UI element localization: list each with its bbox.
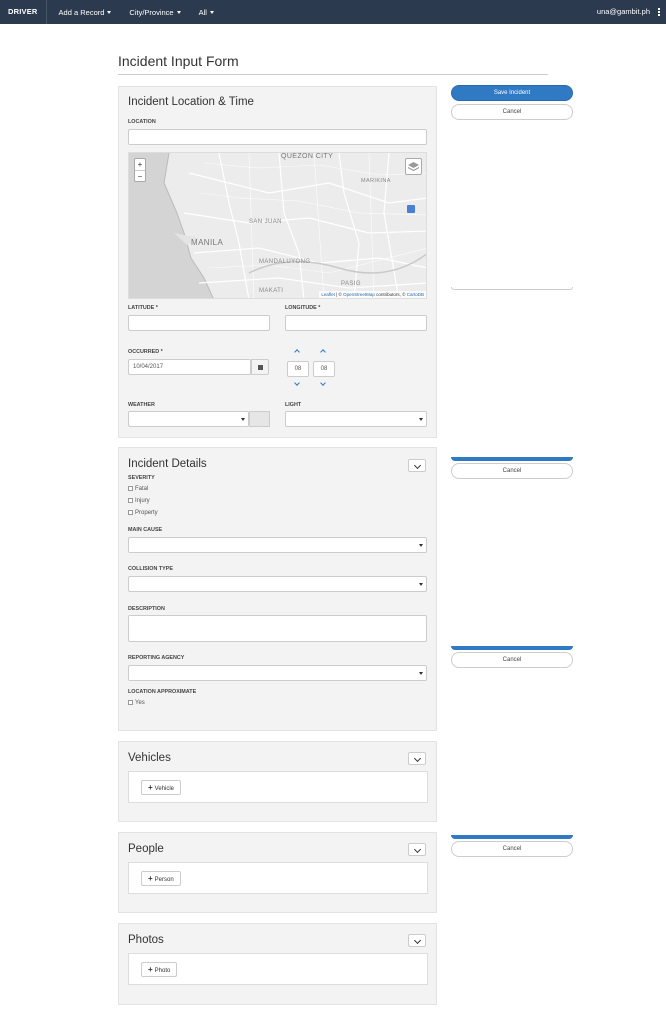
main-cause-select[interactable] (128, 537, 427, 553)
weather-label: WEATHER (128, 402, 155, 408)
reporting-agency-label: REPORTING AGENCY (128, 655, 185, 661)
button-shadow (451, 287, 573, 290)
reporting-agency-select[interactable] (128, 665, 427, 681)
nav-city-province[interactable]: City/Province (123, 8, 186, 17)
map-label-marikina: MARIKINA (361, 178, 391, 184)
map-label-pasig: PASIG (341, 281, 361, 287)
people-panel: People + Person (118, 832, 437, 913)
plus-icon: + (148, 783, 153, 792)
zoom-out-button[interactable]: − (135, 170, 145, 181)
save-incident-button-sticky[interactable] (451, 646, 573, 650)
weather-addon (249, 411, 270, 427)
collision-type-label: COLLISION TYPE (128, 566, 173, 572)
caret-down-icon (241, 418, 245, 421)
location-map[interactable]: QUEZON CITY MANILA MARIKINA SAN JUAN MAN… (128, 152, 427, 299)
zoom-in-button[interactable]: + (135, 159, 145, 170)
photos-panel: Photos + Photo (118, 923, 437, 1005)
user-menu[interactable]: una@gambit.ph (597, 0, 650, 24)
map-tiles (129, 153, 426, 298)
location-approximate-checkbox[interactable]: Yes (128, 700, 145, 706)
map-zoom-control: + − (134, 158, 146, 182)
plus-icon: + (148, 965, 153, 974)
plus-icon: + (148, 874, 153, 883)
map-layers-icon[interactable] (405, 158, 422, 175)
description-label: DESCRIPTION (128, 606, 165, 612)
map-attribution: Leaflet | © OpenStreetMap contributors, … (319, 291, 426, 298)
panel-title: Incident Details (128, 458, 207, 470)
latitude-input[interactable] (128, 315, 270, 331)
collapse-chevron-icon[interactable] (408, 934, 426, 947)
light-label: LIGHT (285, 402, 302, 408)
caret-down-icon (107, 11, 112, 15)
location-input[interactable] (128, 129, 427, 145)
map-label-san-juan: SAN JUAN (249, 219, 282, 225)
minute-input[interactable]: 08 (313, 361, 335, 377)
caret-down-icon (419, 418, 423, 421)
map-marker-icon[interactable] (407, 205, 415, 213)
map-label-quezon-city: QUEZON CITY (281, 153, 334, 160)
collision-type-select[interactable] (128, 576, 427, 592)
caret-down-icon (176, 11, 181, 15)
weather-select[interactable] (128, 411, 249, 427)
severity-injury-checkbox[interactable]: Injury (128, 498, 150, 504)
severity-label: SEVERITY (128, 475, 155, 481)
title-divider (118, 74, 548, 75)
save-incident-button-sticky[interactable] (451, 457, 573, 461)
add-person-button[interactable]: + Person (141, 871, 181, 886)
add-photo-button[interactable]: + Photo (141, 962, 178, 977)
severity-property-checkbox[interactable]: Property (128, 510, 158, 516)
panel-title: People (128, 843, 164, 855)
light-select[interactable] (285, 411, 427, 427)
occurred-label: OCCURRED * (128, 349, 163, 355)
page-title: Incident Input Form (118, 53, 239, 69)
top-navbar: DRIVER Add a Record City/Province All un… (0, 0, 666, 24)
vehicles-well: + Vehicle (128, 771, 428, 803)
save-incident-button-sticky[interactable] (451, 835, 573, 839)
vehicles-panel: Vehicles + Vehicle (118, 741, 437, 822)
occurred-date-input[interactable]: 10/04/2017 (128, 359, 251, 375)
cancel-button-sticky[interactable]: Cancel (451, 463, 573, 479)
caret-down-icon (209, 11, 214, 15)
cancel-button[interactable]: Cancel (451, 104, 573, 120)
severity-fatal-checkbox[interactable]: Fatal (128, 486, 148, 492)
caret-down-icon (419, 583, 423, 586)
map-label-manila: MANILA (191, 238, 224, 247)
panel-title: Incident Location & Time (128, 96, 254, 108)
cancel-button-sticky[interactable]: Cancel (451, 652, 573, 668)
main-cause-label: MAIN CAUSE (128, 527, 163, 533)
brand-logo[interactable]: DRIVER (0, 0, 47, 24)
latitude-label: LATITUDE * (128, 305, 158, 311)
panel-title: Vehicles (128, 752, 171, 764)
longitude-label: LONGITUDE * (285, 305, 321, 311)
collapse-chevron-icon[interactable] (408, 459, 426, 472)
location-approximate-label: LOCATION APPROXIMATE (128, 689, 197, 695)
hour-input[interactable]: 08 (287, 361, 309, 377)
caret-down-icon (419, 544, 423, 547)
collapse-chevron-icon[interactable] (408, 843, 426, 856)
collapse-chevron-icon[interactable] (408, 752, 426, 765)
panel-title: Photos (128, 934, 164, 946)
photos-well: + Photo (128, 953, 428, 985)
longitude-input[interactable] (285, 315, 427, 331)
description-textarea[interactable] (128, 615, 427, 642)
caret-down-icon (419, 672, 423, 675)
nav-all[interactable]: All (193, 8, 220, 17)
people-well: + Person (128, 862, 428, 894)
map-label-mandaluyong: MANDALUYONG (259, 259, 311, 265)
calendar-icon[interactable] (251, 359, 269, 375)
add-vehicle-button[interactable]: + Vehicle (141, 780, 182, 795)
cancel-button-sticky[interactable]: Cancel (451, 841, 573, 857)
save-incident-button[interactable]: Save Incident (451, 85, 573, 101)
nav-add-record[interactable]: Add a Record (53, 8, 118, 17)
map-label-makati: MAKATI (259, 288, 284, 294)
location-label: LOCATION (128, 119, 156, 125)
more-vertical-icon[interactable] (658, 8, 660, 16)
